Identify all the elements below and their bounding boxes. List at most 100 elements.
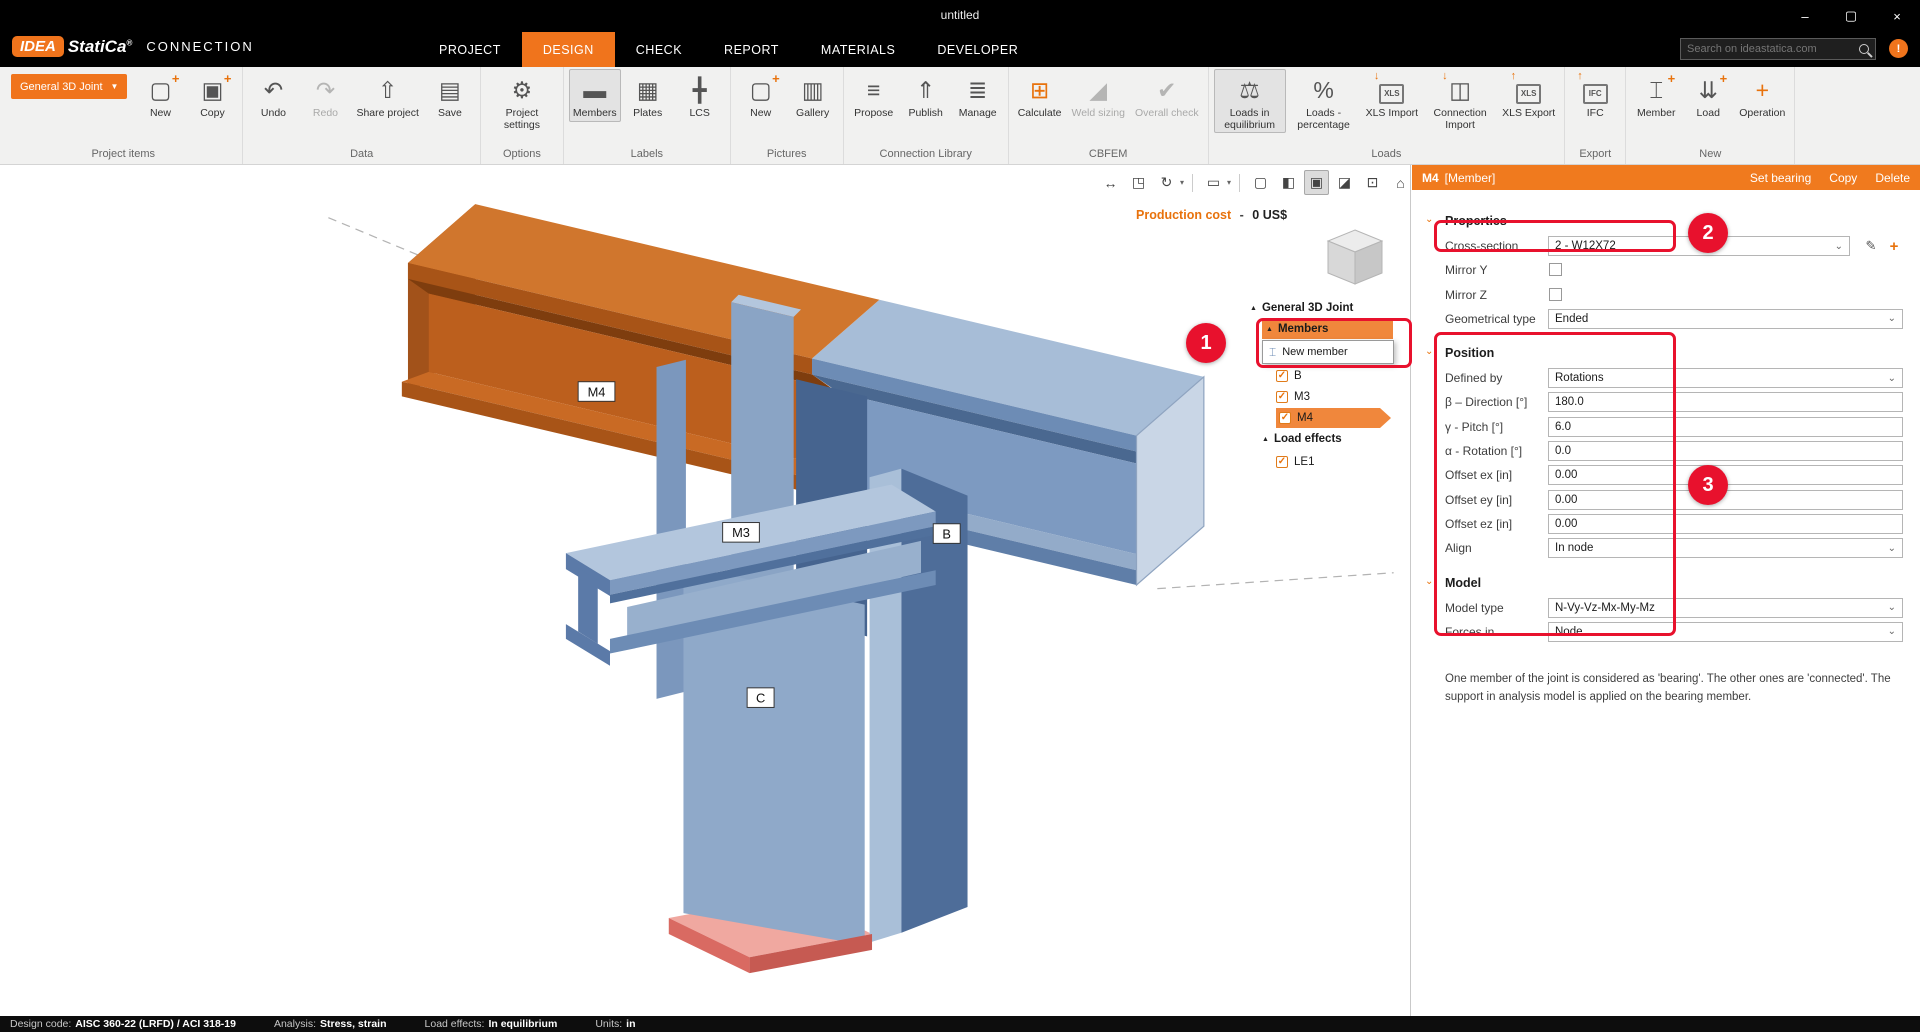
menu-bar: IDEA StatiCa® CONNECTION PROJECT DESIGN CH… — [0, 32, 1920, 67]
checkbox-mirror-y[interactable] — [1549, 263, 1562, 277]
ribbon-button-loads-in-equilibrium[interactable]: ⚖ Loads in equilibrium — [1213, 69, 1286, 133]
ribbon-button-manage[interactable]: ≣ Manage — [953, 69, 1003, 122]
add-cross-section-icon[interactable]: + — [1884, 236, 1904, 256]
checkbox-checked-icon[interactable]: ✓ — [1276, 391, 1288, 403]
ribbon-button-new[interactable]: ▢ + New — [135, 69, 185, 122]
home-view-icon[interactable]: ⌂ — [1388, 170, 1413, 195]
ribbon-button-load[interactable]: ⇊ + Load — [1683, 69, 1733, 122]
model-3d[interactable]: M4 M3 B C — [0, 165, 1411, 1016]
selection-mode-icon[interactable]: ▭ — [1201, 170, 1226, 195]
load-icon: ⇊ + — [1698, 71, 1728, 103]
collapse-icon[interactable]: ⌄ — [1425, 346, 1433, 357]
checkbox-checked-icon[interactable]: ✓ — [1276, 456, 1288, 468]
ribbon-button-member[interactable]: ⌶ + Member — [1631, 69, 1681, 122]
status-design-code: Design code: AISC 360-22 (LRFD) / ACI 318… — [10, 1018, 236, 1030]
set-bearing-button[interactable]: Set bearing — [1750, 171, 1811, 185]
chevron-down-icon[interactable]: ▾ — [1180, 178, 1184, 187]
ribbon-button-loads-percentage[interactable]: % Loads - percentage — [1288, 69, 1360, 133]
ribbon-button-calculate[interactable]: ⊞ Calculate — [1014, 69, 1066, 122]
edit-cross-section-icon[interactable]: ✎ — [1861, 236, 1881, 256]
ribbon-button-plates[interactable]: ▦ Plates — [623, 69, 673, 122]
ribbon-button-xls-export[interactable]: XLS ↑ XLS Export — [1498, 69, 1559, 122]
view-solid-icon[interactable]: ◧ — [1276, 170, 1301, 195]
view-shaded-icon[interactable]: ▣ — [1304, 170, 1330, 195]
expand-icon[interactable]: ▲ — [1250, 305, 1257, 312]
chevron-down-icon[interactable]: ▾ — [1227, 178, 1231, 187]
ribbon-button-xls-import[interactable]: XLS ↓ XLS Import — [1362, 69, 1423, 122]
fit-view-icon[interactable]: ◳ — [1126, 170, 1151, 195]
tree-item-member-m3[interactable]: ✓ M3 — [1276, 387, 1310, 407]
status-units: Units: in — [595, 1018, 636, 1030]
arrow-icon: ↑ — [1577, 70, 1583, 82]
ribbon-dropdown-general-3d-joint[interactable]: General 3D Joint ▼ — [11, 74, 128, 99]
ribbon-button-propose[interactable]: ≡ Propose — [849, 69, 899, 122]
lcs-icon: ╋ — [692, 76, 707, 103]
panel-header: M4 [Member] Set bearing Copy Delete — [1412, 165, 1920, 190]
ribbon-group-loads: ⚖ Loads in equilibrium% Loads - percentage… — [1209, 67, 1566, 164]
window-controls: – ▢ × — [1782, 0, 1920, 32]
tree-item-member-m4-selected[interactable]: ✓ M4 — [1276, 408, 1380, 428]
search-icon[interactable] — [1859, 44, 1869, 54]
gallery-icon: ▥ — [801, 76, 824, 103]
tree-group-load-effects[interactable]: ▲ Load effects — [1262, 429, 1342, 449]
tab-materials[interactable]: MATERIALS — [800, 32, 916, 67]
share-icon: ⇧ — [378, 76, 398, 103]
dropdown-value: Ended — [1555, 312, 1589, 325]
minimize-icon[interactable]: – — [1782, 0, 1828, 32]
tree-item-le1[interactable]: ✓ LE1 — [1276, 452, 1314, 472]
tab-check[interactable]: CHECK — [615, 32, 703, 67]
ribbon-button-copy[interactable]: ▣ + Copy — [187, 69, 237, 122]
ribbon-button-connection-import[interactable]: ◫ ↓ Connection Import — [1424, 69, 1496, 133]
tab-project[interactable]: PROJECT — [418, 32, 522, 67]
members-icon: ▬ — [583, 76, 607, 103]
calculate-icon: ⊞ — [1029, 76, 1050, 103]
copy-member-button[interactable]: Copy — [1829, 171, 1857, 185]
checkbox-checked-icon[interactable]: ✓ — [1276, 370, 1288, 382]
svg-text:M4: M4 — [588, 384, 606, 399]
collapse-icon[interactable]: ⌄ — [1425, 214, 1433, 225]
maximize-icon[interactable]: ▢ — [1828, 0, 1874, 32]
view-cube[interactable] — [1320, 222, 1390, 292]
close-icon[interactable]: × — [1874, 0, 1920, 32]
view-transparent-icon[interactable]: ⊡ — [1360, 170, 1385, 195]
checkbox-mirror-z[interactable] — [1549, 287, 1562, 301]
info-icon[interactable]: ! — [1889, 39, 1908, 58]
ribbon-button-operation[interactable]: + Operation — [1735, 69, 1789, 122]
plus-badge-icon: + — [171, 71, 180, 86]
ribbon-button-project-settings[interactable]: ⚙ Project settings — [486, 69, 558, 133]
tree-item-member-b[interactable]: ✓ B — [1276, 366, 1302, 386]
ribbon-button-undo[interactable]: ↶ Undo — [248, 69, 298, 122]
ribbon-button-new[interactable]: ▢ + New — [736, 69, 786, 122]
ribbon-button-gallery[interactable]: ▥ Gallery — [788, 69, 838, 122]
ribbon-button-save[interactable]: ▤ Save — [425, 69, 475, 122]
percentage-icon: % — [1313, 76, 1334, 103]
measure-icon[interactable]: ↔ — [1098, 170, 1123, 195]
tab-developer[interactable]: DEVELOPER — [916, 32, 1039, 67]
delete-member-button[interactable]: Delete — [1875, 171, 1910, 185]
ribbon-button-members[interactable]: ▬ Members — [568, 69, 621, 122]
bearing-note: One member of the joint is considered as… — [1445, 673, 1891, 703]
tree-root-general-3d-joint[interactable]: ▲ General 3D Joint — [1250, 298, 1353, 318]
collapse-icon[interactable]: ⌄ — [1425, 576, 1433, 587]
viewport-3d[interactable]: M4 M3 B C — [0, 165, 1411, 1016]
checkbox-checked-icon[interactable]: ✓ — [1279, 412, 1291, 424]
ribbon-button-lcs[interactable]: ╋ LCS — [675, 69, 725, 122]
tab-design[interactable]: DESIGN — [521, 32, 615, 67]
svg-text:C: C — [756, 691, 765, 706]
view-edges-icon[interactable]: ◪ — [1332, 170, 1357, 195]
ribbon-button-publish[interactable]: ⇑ Publish — [901, 69, 951, 122]
expand-icon[interactable]: ▲ — [1262, 436, 1269, 443]
ribbon-button-label: Undo — [260, 107, 287, 119]
tab-report[interactable]: REPORT — [703, 32, 800, 67]
ribbon-button-ifc[interactable]: IFC ↑ IFC — [1570, 69, 1620, 122]
rotate-view-icon[interactable]: ↻ — [1154, 170, 1179, 195]
annotation-step-3: 3 — [1688, 465, 1728, 505]
chevron-down-icon: ⌄ — [1887, 602, 1896, 614]
search-input[interactable] — [1687, 43, 1855, 55]
selected-member-type: [Member] — [1444, 170, 1496, 185]
view-wireframe-icon[interactable]: ▢ — [1248, 170, 1273, 195]
dropdown-geometrical-type[interactable]: Ended ⌄ — [1548, 308, 1903, 329]
new-icon: ▢ + — [149, 71, 180, 103]
ribbon-button-share-project[interactable]: ⇧ Share project — [352, 69, 422, 122]
search-box[interactable] — [1680, 38, 1876, 60]
